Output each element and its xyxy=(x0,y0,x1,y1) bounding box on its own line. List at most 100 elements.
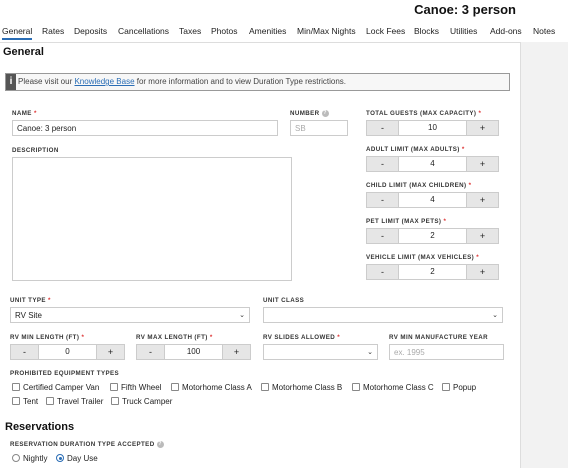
child-limit-label: CHILD LIMIT (MAX CHILDREN) * xyxy=(366,182,471,189)
rv-min-year-input[interactable]: ex. 1995 xyxy=(389,344,504,360)
checkbox[interactable] xyxy=(46,397,54,405)
page-title: Canoe: 3 person xyxy=(414,2,516,17)
tab-notes[interactable]: Notes xyxy=(533,26,555,36)
checkbox[interactable] xyxy=(261,383,269,391)
rv-max-length-stepper: - 100 + xyxy=(136,344,251,360)
tab-amenities[interactable]: Amenities xyxy=(249,26,286,36)
tab-lock-fees[interactable]: Lock Fees xyxy=(366,26,405,36)
rv-slides-select[interactable]: ⌄ xyxy=(263,344,378,360)
help-icon[interactable]: ? xyxy=(156,441,164,448)
required-mark: * xyxy=(476,254,480,261)
decrement-button[interactable]: - xyxy=(136,344,165,360)
prohibited-equipment-label: PROHIBITED EQUIPMENT TYPES xyxy=(10,370,120,377)
checkbox[interactable] xyxy=(352,383,360,391)
checkbox[interactable] xyxy=(12,383,20,391)
total-guests-value[interactable]: 10 xyxy=(399,120,466,136)
adult-limit-stepper: - 4 + xyxy=(366,156,499,172)
tab-general[interactable]: General xyxy=(2,26,33,40)
child-limit-value[interactable]: 4 xyxy=(399,192,466,208)
decrement-button[interactable]: - xyxy=(366,192,399,208)
increment-button[interactable]: + xyxy=(96,344,125,360)
checkbox-travel-trailer[interactable]: Travel Trailer xyxy=(46,397,103,406)
checkbox-motorhome-class-b[interactable]: Motorhome Class B xyxy=(261,383,342,392)
radio-nightly[interactable]: Nightly xyxy=(12,454,47,463)
rv-min-year-label: RV MIN MANUFACTURE YEAR xyxy=(389,334,489,341)
tab-deposits[interactable]: Deposits xyxy=(74,26,107,36)
tab-min-max-nights[interactable]: Min/Max Nights xyxy=(297,26,356,36)
pet-limit-value[interactable]: 2 xyxy=(399,228,466,244)
vehicle-limit-value[interactable]: 2 xyxy=(399,264,466,280)
checkbox-label: Motorhome Class B xyxy=(272,383,343,392)
checkbox[interactable] xyxy=(171,383,179,391)
unit-type-select[interactable]: RV Site ⌄ xyxy=(10,307,250,323)
increment-button[interactable]: + xyxy=(466,264,499,280)
adult-limit-value[interactable]: 4 xyxy=(399,156,466,172)
rv-min-length-label-text: RV MIN LENGTH (FT) xyxy=(10,334,80,341)
notice-text: Please visit our Knowledge Base for more… xyxy=(18,77,346,86)
tab-cancellations[interactable]: Cancellations xyxy=(118,26,169,36)
decrement-button[interactable]: - xyxy=(366,264,399,280)
required-mark: * xyxy=(209,334,213,341)
radio-label: Day Use xyxy=(67,454,98,463)
knowledge-base-link[interactable]: Knowledge Base xyxy=(74,77,134,86)
checkbox[interactable] xyxy=(442,383,450,391)
child-limit-stepper: - 4 + xyxy=(366,192,499,208)
description-textarea[interactable] xyxy=(12,157,292,281)
rv-max-length-label-text: RV MAX LENGTH (FT) xyxy=(136,334,208,341)
radio-day-use[interactable]: Day Use xyxy=(56,454,98,463)
adult-limit-label: ADULT LIMIT (MAX ADULTS) * xyxy=(366,146,465,153)
tab-blocks[interactable]: Blocks xyxy=(414,26,439,36)
tab-photos[interactable]: Photos xyxy=(211,26,237,36)
checkbox[interactable] xyxy=(110,383,118,391)
checkbox-motorhome-class-a[interactable]: Motorhome Class A xyxy=(171,383,252,392)
checkbox[interactable] xyxy=(111,397,119,405)
required-mark: * xyxy=(461,146,465,153)
radio-label: Nightly xyxy=(23,454,48,463)
required-mark: * xyxy=(478,110,482,117)
pet-limit-label-text: PET LIMIT (MAX PETS) xyxy=(366,218,442,225)
name-input[interactable]: Canoe: 3 person xyxy=(12,120,278,136)
name-label-text: NAME xyxy=(12,110,32,117)
tab-utilities[interactable]: Utilities xyxy=(450,26,477,36)
checkbox-certified-camper-van[interactable]: Certified Camper Van xyxy=(12,383,99,392)
rv-min-length-value[interactable]: 0 xyxy=(39,344,96,360)
checkbox-truck-camper[interactable]: Truck Camper xyxy=(111,397,172,406)
increment-button[interactable]: + xyxy=(466,120,499,136)
checkbox-label: Motorhome Class A xyxy=(182,383,252,392)
checkbox-label: Tent xyxy=(23,397,39,406)
decrement-button[interactable]: - xyxy=(10,344,39,360)
pet-limit-label: PET LIMIT (MAX PETS) * xyxy=(366,218,446,225)
checkbox-motorhome-class-c[interactable]: Motorhome Class C xyxy=(352,383,434,392)
decrement-button[interactable]: - xyxy=(366,156,399,172)
total-guests-label-text: TOTAL GUESTS (MAX CAPACITY) xyxy=(366,110,477,117)
tab-add-ons[interactable]: Add-ons xyxy=(490,26,522,36)
decrement-button[interactable]: - xyxy=(366,120,399,136)
rv-max-length-label: RV MAX LENGTH (FT) * xyxy=(136,334,213,341)
number-input[interactable]: SB xyxy=(290,120,348,136)
duration-type-label: RESERVATION DURATION TYPE ACCEPTED? xyxy=(10,441,164,448)
checkbox-popup[interactable]: Popup xyxy=(442,383,476,392)
main-content: General i Please visit our Knowledge Bas… xyxy=(0,42,520,468)
required-mark: * xyxy=(81,334,85,341)
radio[interactable] xyxy=(56,454,64,462)
rv-max-length-value[interactable]: 100 xyxy=(165,344,222,360)
help-icon[interactable]: ? xyxy=(321,110,329,117)
unit-type-label-text: UNIT TYPE xyxy=(10,297,46,304)
required-mark: * xyxy=(337,334,341,341)
increment-button[interactable]: + xyxy=(466,156,499,172)
increment-button[interactable]: + xyxy=(222,344,251,360)
increment-button[interactable]: + xyxy=(466,228,499,244)
tab-rates[interactable]: Rates xyxy=(42,26,64,36)
rv-slides-label: RV SLIDES ALLOWED * xyxy=(263,334,340,341)
checkbox-tent[interactable]: Tent xyxy=(12,397,38,406)
checkbox-label: Travel Trailer xyxy=(57,397,104,406)
decrement-button[interactable]: - xyxy=(366,228,399,244)
unit-class-select[interactable]: ⌄ xyxy=(263,307,503,323)
radio[interactable] xyxy=(12,454,20,462)
checkbox-label: Certified Camper Van xyxy=(23,383,100,392)
checkbox-label: Popup xyxy=(453,383,477,392)
checkbox-fifth-wheel[interactable]: Fifth Wheel xyxy=(110,383,161,392)
tab-taxes[interactable]: Taxes xyxy=(179,26,201,36)
checkbox[interactable] xyxy=(12,397,20,405)
increment-button[interactable]: + xyxy=(466,192,499,208)
